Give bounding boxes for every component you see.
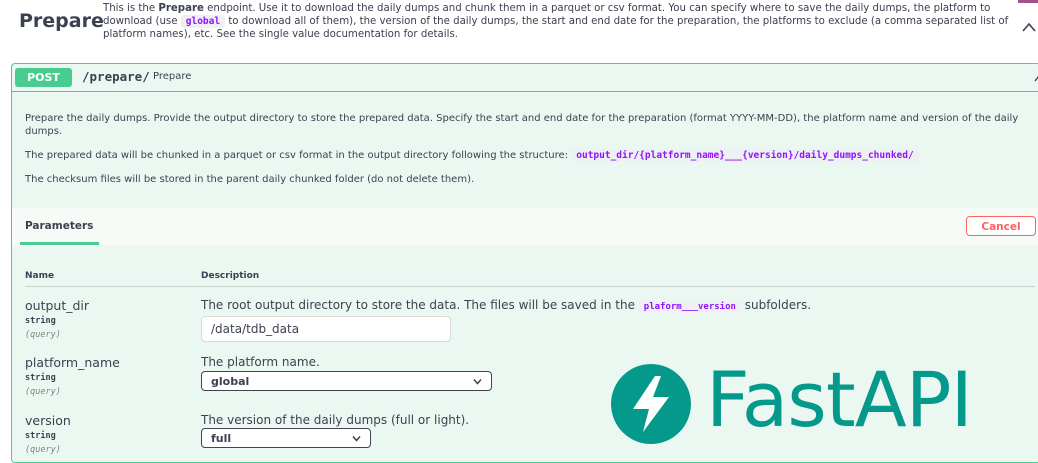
column-header-description: Description: [201, 271, 260, 281]
param-desc-code: plaform___version: [638, 301, 741, 313]
param-desc-prefix: The root output directory to store the d…: [201, 298, 639, 312]
version-select[interactable]: full: [201, 428, 371, 448]
cancel-button[interactable]: Cancel: [966, 216, 1036, 236]
chevron-up-icon[interactable]: [1022, 22, 1036, 32]
parameters-header: Parameters Cancel: [12, 208, 1038, 246]
tag-desc-suffix: to download all of them), the version of…: [103, 16, 1009, 40]
operation-path: /prepare/: [82, 69, 150, 84]
param-type: string: [25, 316, 56, 326]
operation-description-1: Prepare the daily dumps. Provide the out…: [25, 113, 1019, 137]
chevron-down-icon: [352, 436, 361, 442]
tag-description: This is the Prepare endpoint. Use it to …: [103, 2, 1018, 41]
column-header-name: Name: [25, 271, 55, 281]
param-description: The version of the daily dumps (full or …: [201, 413, 470, 427]
output-dir-input[interactable]: [201, 316, 451, 342]
select-value: global: [211, 375, 250, 388]
param-desc-suffix: subfolders.: [740, 298, 812, 312]
tag-desc-code: global: [180, 15, 226, 28]
operation-desc2-prefix: The prepared data will be chunked in a p…: [25, 150, 572, 161]
platform-name-select[interactable]: global: [201, 371, 492, 391]
logo-text: FastAPI: [706, 355, 973, 444]
param-name: version: [25, 413, 71, 428]
operation-summary[interactable]: POST /prepare/ Prepare: [12, 64, 1038, 92]
param-description: The root output directory to store the d…: [201, 298, 812, 313]
tag-header[interactable]: Prepare This is the Prepare endpoint. Us…: [0, 0, 1038, 48]
chevron-down-icon: [473, 379, 482, 385]
operation-summary-text: Prepare: [153, 71, 192, 82]
param-type: string: [25, 373, 56, 383]
operation-description-3: The checksum files will be stored in the…: [25, 174, 475, 185]
chevron-up-icon[interactable]: [1034, 74, 1038, 82]
method-badge: POST: [15, 68, 72, 87]
tab-underline: [20, 242, 99, 245]
header-divider: [25, 286, 1035, 287]
param-in: (query): [25, 387, 61, 397]
select-value: full: [211, 432, 232, 445]
param-name: platform_name: [25, 355, 120, 370]
tag-desc-bold: Prepare: [158, 3, 204, 14]
fastapi-logo: FastAPI: [611, 355, 1038, 449]
top-accent-strip: [1018, 0, 1038, 3]
param-description: The platform name.: [201, 355, 320, 369]
structure-code: output_dir/{platform_name}___{version}/d…: [571, 149, 919, 162]
param-in: (query): [25, 445, 61, 455]
tag-desc-prefix: This is the: [103, 3, 159, 14]
fastapi-bolt-icon: [633, 376, 669, 432]
tag-title[interactable]: Prepare: [19, 10, 104, 32]
param-type: string: [25, 431, 56, 441]
operation-description-2: The prepared data will be chunked in a p…: [25, 149, 1025, 163]
param-in: (query): [25, 330, 61, 340]
param-name: output_dir: [25, 298, 90, 313]
tab-parameters[interactable]: Parameters: [25, 220, 93, 232]
